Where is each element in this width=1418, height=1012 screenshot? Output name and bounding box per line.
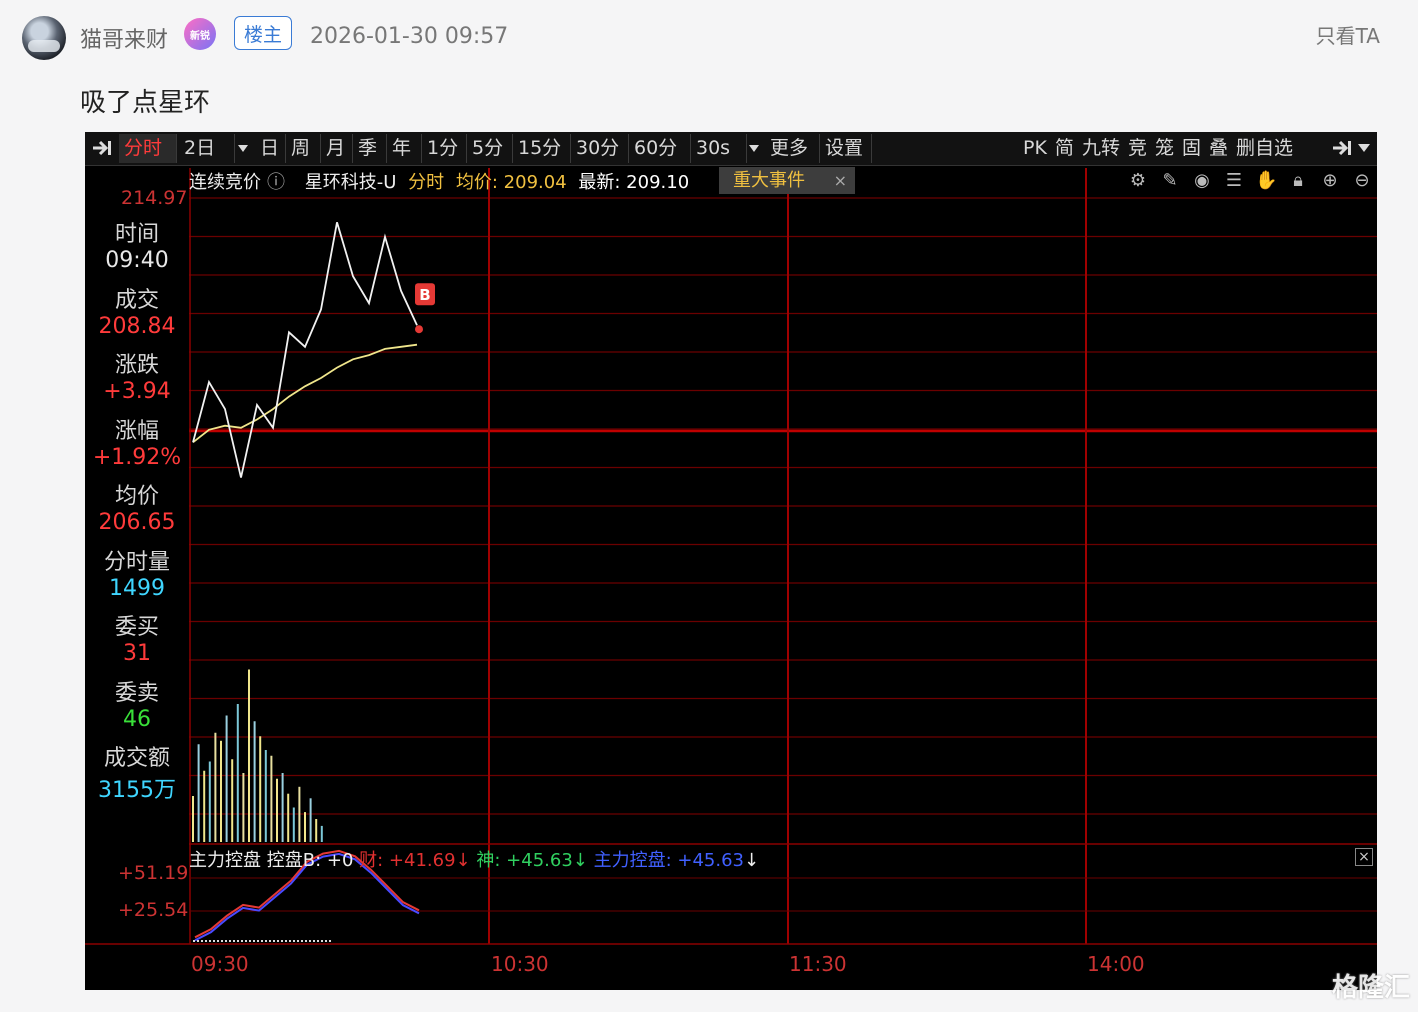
layers-icon[interactable]: ☰ (1223, 170, 1245, 192)
panel-value-8: 3155万 (98, 778, 176, 803)
post-timestamp: 2026-01-30 09:57 (310, 24, 509, 49)
quote-panel: 时间 09:40 成交 208.84 涨跌 +3.94 涨幅 +1.92% 均价 206.65 分时… (85, 166, 189, 844)
indicator-zhuli: 主力控盘: +45.63 (593, 850, 745, 871)
indicator-axis-mid: +25.54 (118, 899, 189, 921)
close-icon[interactable]: × (834, 167, 847, 194)
latest-price: 最新: 209.10 (578, 172, 690, 193)
panel-value-6: 31 (123, 641, 151, 666)
major-event-tag[interactable]: 重大事件 × (719, 167, 855, 194)
panel-label-4: 均价 (114, 484, 159, 509)
panel-value-4: 206.65 (98, 510, 176, 535)
panel-label-8: 成交额 (103, 746, 170, 771)
stock-name: 星环科技-U (304, 172, 397, 193)
major-event-label: 重大事件 (733, 170, 805, 191)
chart-tools: ⚙ ✎ ◉ ☰ ✋ 🔒︎ ⊕ ⊖ (1127, 170, 1373, 194)
indicator-shen: 神: +45.63 (476, 850, 573, 871)
time-axis-1030: 10:30 (491, 952, 549, 976)
panel-value-2: +3.94 (103, 379, 171, 404)
time-axis-1130: 11:30 (789, 952, 847, 976)
time-axis-0930: 09:30 (191, 952, 249, 976)
indicator-ctrl: 控盘B: +0 (266, 850, 354, 871)
panel-value-7: 46 (123, 706, 151, 732)
lock-icon[interactable]: 🔒︎ (1287, 170, 1309, 192)
owner-tag: 楼主 (234, 16, 292, 50)
close-indicator-icon[interactable]: × (1355, 848, 1373, 866)
trading-screenshot[interactable]: 分时 2日日周月季年 1分 5分 15分 30分 60分 30s 更多 设置 PK 简九转竞笼固叠删… (85, 132, 1377, 990)
panel-label-2: 涨跌 (114, 353, 159, 378)
panel-value-5: 1499 (109, 575, 165, 601)
panel-label-5: 分时量 (103, 549, 170, 575)
panel-label-6: 委买 (114, 615, 159, 640)
post-text: 吸了点星环 (80, 88, 211, 118)
new-badge-icon: 新锐 (184, 18, 216, 50)
eye-icon[interactable]: ◉ (1191, 170, 1213, 192)
username[interactable]: 猫哥来财 (80, 22, 168, 54)
indicator-title: 主力控盘 (189, 850, 261, 871)
panel-value-3: +1.92% (92, 444, 182, 470)
chart-kind: 分时 (408, 172, 445, 193)
panel-label-1: 成交 (114, 287, 159, 313)
info-icon[interactable]: ⓘ (267, 172, 285, 193)
panel-label-0: 时间 (114, 222, 159, 247)
buy-point (415, 325, 423, 334)
panel-label-3: 涨幅 (114, 418, 159, 444)
indicator-header: 主力控盘 控盘B: +0 财: +41.69↓ 神: +45.63↓ 主力控盘:… (189, 850, 760, 871)
zoom-out-icon[interactable]: ⊖ (1351, 170, 1373, 192)
pen-icon[interactable]: ✎ (1159, 170, 1181, 192)
time-axis-1400: 14:00 (1087, 952, 1145, 976)
avg-price: 均价: 209.04 (455, 172, 567, 193)
indicator-cai: 财: +41.69 (359, 850, 456, 871)
only-ta-link[interactable]: 只看TA (1316, 20, 1380, 49)
trading-mode: 连续竞价 (189, 172, 261, 193)
panel-value-0: 09:40 (105, 248, 169, 273)
indicator-axis-high: +51.19 (118, 862, 189, 884)
avg-price-line (192, 343, 418, 444)
zoom-in-icon[interactable]: ⊕ (1319, 170, 1341, 192)
watermark-logo: 格隆汇 (1331, 973, 1410, 1003)
avatar[interactable] (22, 16, 66, 60)
hand-icon[interactable]: ✋ (1255, 170, 1277, 192)
gear-icon[interactable]: ⚙ (1127, 170, 1149, 192)
quote-infobar: 连续竞价 ⓘ 星环科技-U 分时 均价: 209.04 最新: 209.10 (189, 168, 695, 194)
panel-label-7: 委卖 (114, 680, 159, 706)
panel-value-1: 208.84 (98, 313, 176, 339)
buy-marker-label: B (419, 286, 430, 304)
